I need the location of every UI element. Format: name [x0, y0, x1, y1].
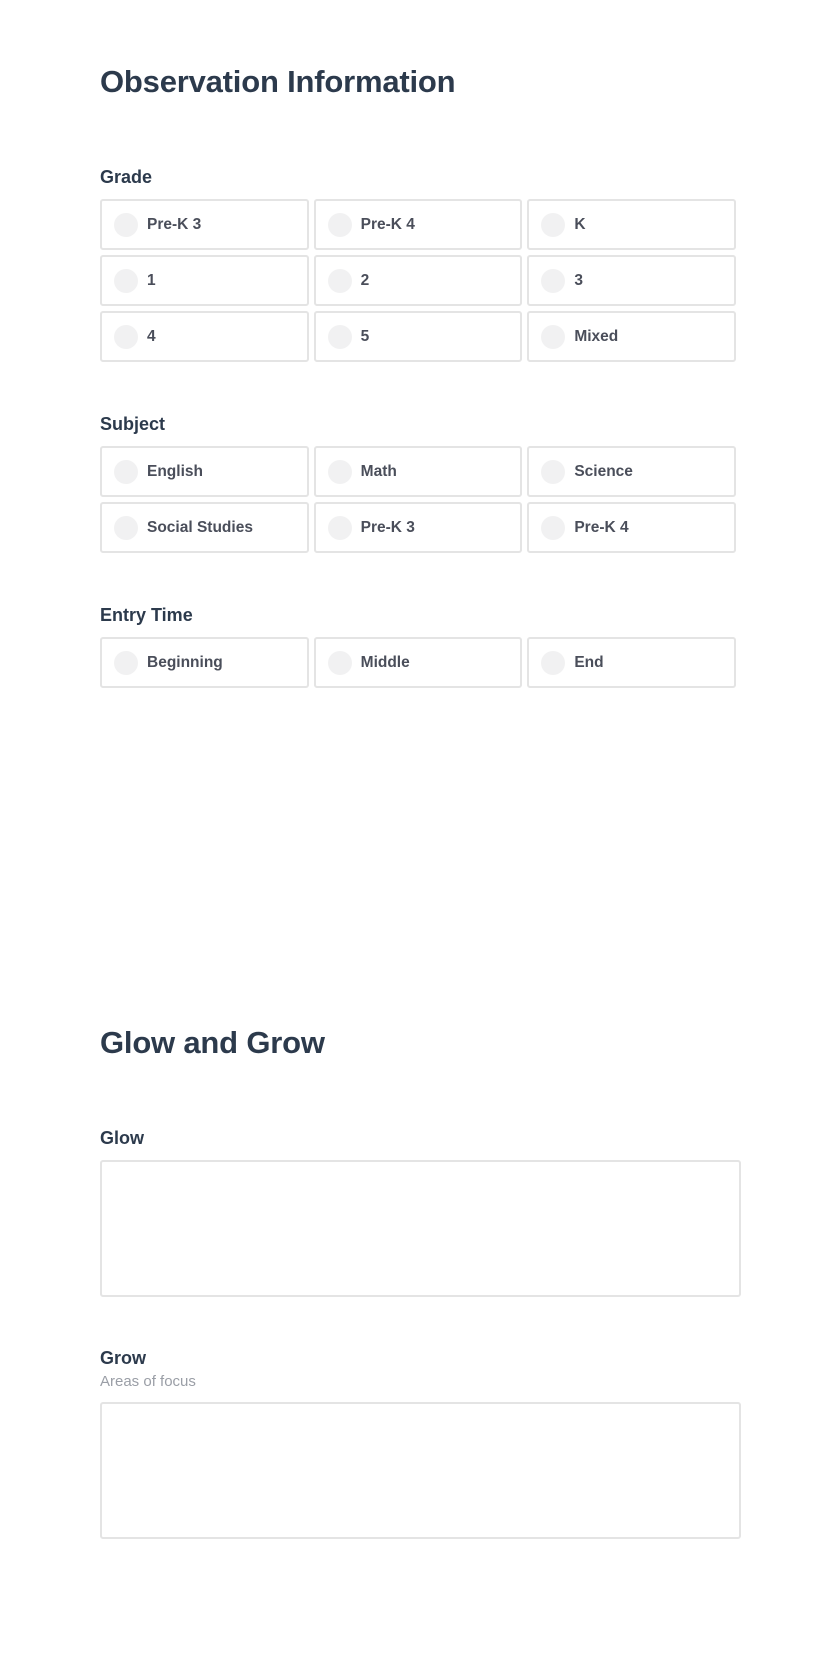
option-label: English: [147, 462, 203, 480]
grade-options: Pre-K 3 Pre-K 4 K 1 2 3 4 5 Mixed: [100, 199, 736, 362]
option-label: 5: [360, 327, 370, 345]
grade-option-2[interactable]: 2: [313, 255, 523, 306]
radio-icon[interactable]: [114, 515, 138, 540]
option-label: 3: [574, 271, 583, 289]
radio-icon[interactable]: [327, 650, 352, 675]
radio-icon[interactable]: [327, 268, 352, 293]
option-label: Mixed: [574, 327, 619, 345]
entry-time-options: Beginning Middle End: [100, 637, 736, 688]
grade-option-k[interactable]: K: [527, 199, 736, 250]
grow-label: Grow: [100, 1348, 147, 1368]
grade-option-3[interactable]: 3: [527, 255, 736, 306]
grow-textarea[interactable]: [100, 1402, 741, 1539]
option-label: Pre-K 3: [147, 215, 202, 233]
grade-option-5[interactable]: 5: [313, 311, 523, 362]
glow-textarea[interactable]: [100, 1160, 741, 1297]
observation-form-page: Observation Information Grade Pre-K 3 Pr…: [0, 0, 840, 1680]
glow-label: Glow: [100, 1128, 144, 1148]
option-label: 2: [360, 271, 370, 289]
option-label: Social Studies: [147, 518, 253, 536]
option-label: Math: [360, 462, 397, 480]
radio-icon[interactable]: [114, 268, 138, 293]
radio-icon[interactable]: [114, 459, 138, 484]
option-label: Beginning: [147, 653, 223, 671]
option-label: End: [574, 653, 604, 671]
grade-option-pre-k-4[interactable]: Pre-K 4: [313, 199, 523, 250]
grade-option-1[interactable]: 1: [100, 255, 309, 306]
entry-time-label: Entry Time: [100, 605, 193, 625]
radio-icon[interactable]: [327, 324, 352, 349]
radio-icon[interactable]: [327, 212, 352, 237]
subject-option-english[interactable]: English: [100, 446, 309, 497]
radio-icon[interactable]: [541, 515, 566, 540]
entry-time-option-end[interactable]: End: [527, 637, 736, 688]
grade-option-mixed[interactable]: Mixed: [527, 311, 736, 362]
glow-and-grow-heading: Glow and Grow: [100, 1025, 325, 1060]
grade-option-4[interactable]: 4: [100, 311, 309, 362]
grade-option-pre-k-3[interactable]: Pre-K 3: [100, 199, 309, 250]
radio-icon[interactable]: [541, 212, 566, 237]
radio-icon[interactable]: [114, 212, 138, 237]
entry-time-option-beginning[interactable]: Beginning: [100, 637, 309, 688]
option-label: Pre-K 3: [360, 518, 415, 536]
subject-option-pre-k-3[interactable]: Pre-K 3: [313, 502, 523, 553]
option-label: K: [574, 215, 586, 233]
subject-option-math[interactable]: Math: [313, 446, 523, 497]
option-label: Middle: [360, 653, 410, 671]
subject-options: English Math Science Social Studies Pre-…: [100, 446, 736, 553]
radio-icon[interactable]: [541, 459, 566, 484]
grow-hint: Areas of focus: [100, 1373, 196, 1390]
option-label: 4: [147, 327, 156, 345]
subject-label: Subject: [100, 414, 166, 434]
radio-icon[interactable]: [114, 650, 138, 675]
entry-time-option-middle[interactable]: Middle: [313, 637, 523, 688]
radio-icon[interactable]: [327, 515, 352, 540]
option-label: Pre-K 4: [574, 518, 629, 536]
radio-icon[interactable]: [541, 324, 566, 349]
radio-icon[interactable]: [327, 459, 352, 484]
option-label: 1: [147, 271, 156, 289]
observation-information-heading: Observation Information: [100, 64, 456, 99]
option-label: Pre-K 4: [360, 215, 415, 233]
radio-icon[interactable]: [114, 324, 138, 349]
subject-option-science[interactable]: Science: [527, 446, 736, 497]
radio-icon[interactable]: [541, 650, 566, 675]
subject-option-social-studies[interactable]: Social Studies: [100, 502, 309, 553]
subject-option-pre-k-4[interactable]: Pre-K 4: [527, 502, 736, 553]
grade-label: Grade: [100, 167, 153, 187]
option-label: Science: [574, 462, 633, 480]
radio-icon[interactable]: [541, 268, 566, 293]
